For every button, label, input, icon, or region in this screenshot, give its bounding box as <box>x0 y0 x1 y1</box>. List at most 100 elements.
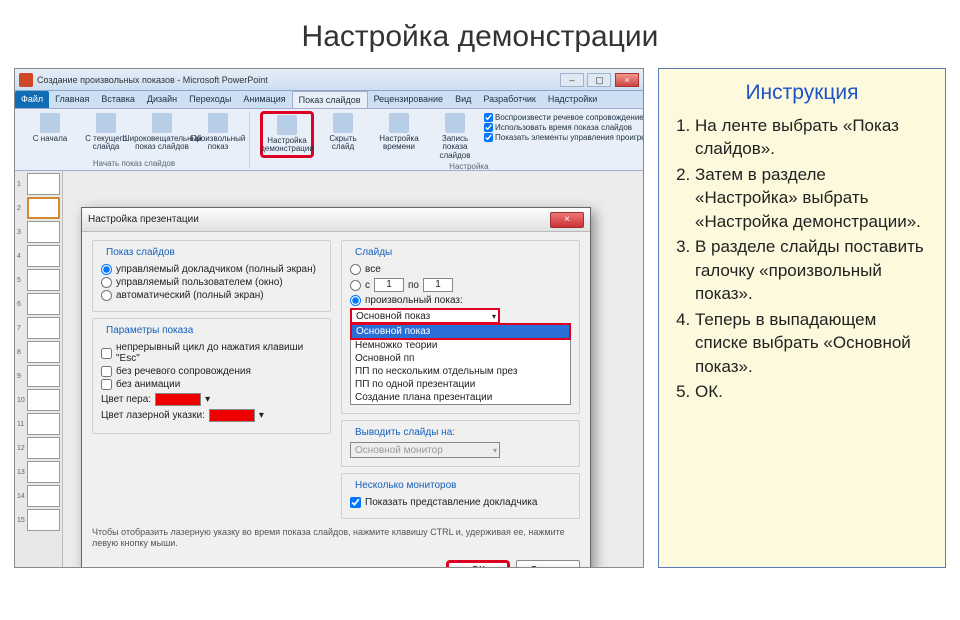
hide-icon <box>333 113 353 133</box>
slide-thumb[interactable]: 15 <box>17 509 60 531</box>
instruction-step: На ленте выбрать «Показ слайдов». <box>695 114 931 161</box>
window-title: Создание произвольных показов - Microsof… <box>37 75 268 85</box>
ok-button[interactable]: ОК <box>446 560 510 569</box>
instruction-step: В разделе слайды поставить галочку «прои… <box>695 235 931 305</box>
ribbon-tab[interactable]: Главная <box>49 91 95 108</box>
setup-icon <box>277 115 297 135</box>
slide-thumb[interactable]: 1 <box>17 173 60 195</box>
chk-timings[interactable]: Использовать время показа слайдов <box>484 123 644 132</box>
fs-advance: Выводить слайды на: Основной монитор <box>341 420 580 467</box>
btn-record[interactable]: Запись показа слайдов <box>428 111 482 162</box>
btn-rehearse[interactable]: Настройка времени <box>372 111 426 154</box>
list-item[interactable]: ПП по одной презентации <box>351 378 570 391</box>
ribbon-tab[interactable]: Дизайн <box>141 91 183 108</box>
fs-slides: Слайды все с 1 по 1 произвольный показ: … <box>341 240 580 414</box>
cancel-button[interactable]: Отмена <box>516 560 580 569</box>
radio-kiosk[interactable]: автоматический (полный экран) <box>101 290 322 301</box>
window-controls[interactable]: – ▢ × <box>559 73 639 87</box>
ribbon-group-start: С начала С текущего слайда Широковещател… <box>19 111 250 168</box>
slide-thumb[interactable]: 8 <box>17 341 60 363</box>
from-spinner[interactable]: 1 <box>374 278 404 292</box>
slide-thumb[interactable]: 14 <box>17 485 60 507</box>
slide-thumb[interactable]: 2 <box>17 197 60 219</box>
clock-icon <box>389 113 409 133</box>
dialog-title-bar[interactable]: Настройка презентации × <box>82 208 590 232</box>
slide-thumb[interactable]: 9 <box>17 365 60 387</box>
ribbon-tab[interactable]: Надстройки <box>542 91 603 108</box>
slide-thumbnails[interactable]: 123456789101112131415 <box>15 171 63 568</box>
instruction-list: На ленте выбрать «Показ слайдов».Затем в… <box>673 114 931 403</box>
slide-thumb[interactable]: 4 <box>17 245 60 267</box>
pen-color-swatch[interactable] <box>155 393 201 406</box>
chevron-down-icon[interactable]: ▾ <box>205 394 210 405</box>
ribbon-tab[interactable]: Переходы <box>183 91 237 108</box>
list-item[interactable]: Основной показ <box>350 323 571 340</box>
close-icon[interactable]: × <box>615 73 639 87</box>
dialog-close-icon[interactable]: × <box>550 212 584 228</box>
title-bar: Создание произвольных показов - Microsof… <box>15 69 643 91</box>
chk-narration[interactable]: Воспроизвести речевое сопровождение <box>484 113 644 122</box>
minimize-icon[interactable]: – <box>560 73 584 87</box>
powerpoint-icon <box>19 73 33 87</box>
list-item[interactable]: Немножко теории <box>351 339 570 352</box>
btn-from-beginning[interactable]: С начала <box>23 111 77 145</box>
slide-thumb[interactable]: 3 <box>17 221 60 243</box>
maximize-icon[interactable]: ▢ <box>587 73 611 87</box>
ribbon-tab[interactable]: Вид <box>449 91 477 108</box>
slide-thumb[interactable]: 12 <box>17 437 60 459</box>
btn-custom-show[interactable]: Произвольный показ <box>191 111 245 154</box>
ribbon: С начала С текущего слайда Широковещател… <box>15 109 643 171</box>
radio-all-slides[interactable]: все <box>350 264 571 275</box>
instruction-title: Инструкция <box>673 79 931 108</box>
instruction-step: Затем в разделе «Настройка» выбрать «Нас… <box>695 163 931 233</box>
list-item[interactable]: Основной пп <box>351 352 570 365</box>
ribbon-tab[interactable]: Показ слайдов <box>292 91 368 108</box>
ribbon-tab[interactable]: Анимация <box>237 91 291 108</box>
ribbon-tab[interactable]: Вставка <box>95 91 140 108</box>
radio-presenter[interactable]: управляемый докладчиком (полный экран) <box>101 264 322 275</box>
radio-range[interactable]: с 1 по 1 <box>350 278 571 292</box>
dialog-title: Настройка презентации <box>88 214 199 225</box>
ribbon-tab[interactable]: Рецензирование <box>368 91 450 108</box>
fs-show-options: Параметры показа непрерывный цикл до наж… <box>92 318 331 434</box>
chk-no-narration[interactable]: без речевого сопровождения <box>101 366 322 377</box>
laser-color-swatch[interactable] <box>209 409 255 422</box>
chk-loop[interactable]: непрерывный цикл до нажатия клавиши "Esc… <box>101 342 322 364</box>
ribbon-tab[interactable]: Разработчик <box>477 91 541 108</box>
list-item[interactable]: Создание плана презентации <box>351 391 570 404</box>
file-tab[interactable]: Файл <box>15 91 49 108</box>
slide-thumb[interactable]: 5 <box>17 269 60 291</box>
record-icon <box>445 113 465 133</box>
chk-no-animation[interactable]: без анимации <box>101 379 322 390</box>
page-title: Настройка демонстрации <box>0 20 960 54</box>
radio-user[interactable]: управляемый пользователем (окно) <box>101 277 322 288</box>
slide-thumb[interactable]: 13 <box>17 461 60 483</box>
ribbon-group-setup: Настройка демонстрации Скрыть слайд Наст… <box>256 111 644 168</box>
chk-media-controls[interactable]: Показать элементы управления проигрывате… <box>484 133 644 142</box>
btn-setup-show[interactable]: Настройка демонстрации <box>260 111 314 158</box>
radio-custom-show[interactable]: произвольный показ: <box>350 295 571 306</box>
fs-multiple-monitors: Несколько мониторов Показать представлен… <box>341 473 580 519</box>
btn-broadcast[interactable]: Широковещательный показ слайдов <box>135 111 189 154</box>
instruction-step: Теперь в выпадающем списке выбрать «Осно… <box>695 308 931 378</box>
fs-show-type: Показ слайдов управляемый докладчиком (п… <box>92 240 331 312</box>
custom-show-dropdown[interactable]: Основной показ <box>350 308 500 324</box>
slide-thumb[interactable]: 6 <box>17 293 60 315</box>
play-icon <box>40 113 60 133</box>
custom-show-list[interactable]: Основной показНемножко теорииОсновной пп… <box>350 323 571 405</box>
list-item[interactable]: ПП по нескольким отдельным през <box>351 365 570 378</box>
ribbon-tabs[interactable]: ФайлГлавнаяВставкаДизайнПереходыАнимация… <box>15 91 643 109</box>
slide-thumb[interactable]: 11 <box>17 413 60 435</box>
chk-presenter-display[interactable]: Показать представление докладчика <box>350 497 571 508</box>
custom-show-icon <box>208 113 228 133</box>
btn-hide-slide[interactable]: Скрыть слайд <box>316 111 370 154</box>
chevron-down-icon[interactable]: ▾ <box>259 410 264 421</box>
to-spinner[interactable]: 1 <box>423 278 453 292</box>
setup-show-dialog: Настройка презентации × Показ слайдов уп… <box>81 207 591 568</box>
play-current-icon <box>96 113 116 133</box>
dialog-hint: Чтобы отобразить лазерную указку во врем… <box>82 523 590 554</box>
slide-thumb[interactable]: 7 <box>17 317 60 339</box>
powerpoint-window: Создание произвольных показов - Microsof… <box>14 68 644 568</box>
slide-thumb[interactable]: 10 <box>17 389 60 411</box>
instruction-panel: Инструкция На ленте выбрать «Показ слайд… <box>658 68 946 568</box>
